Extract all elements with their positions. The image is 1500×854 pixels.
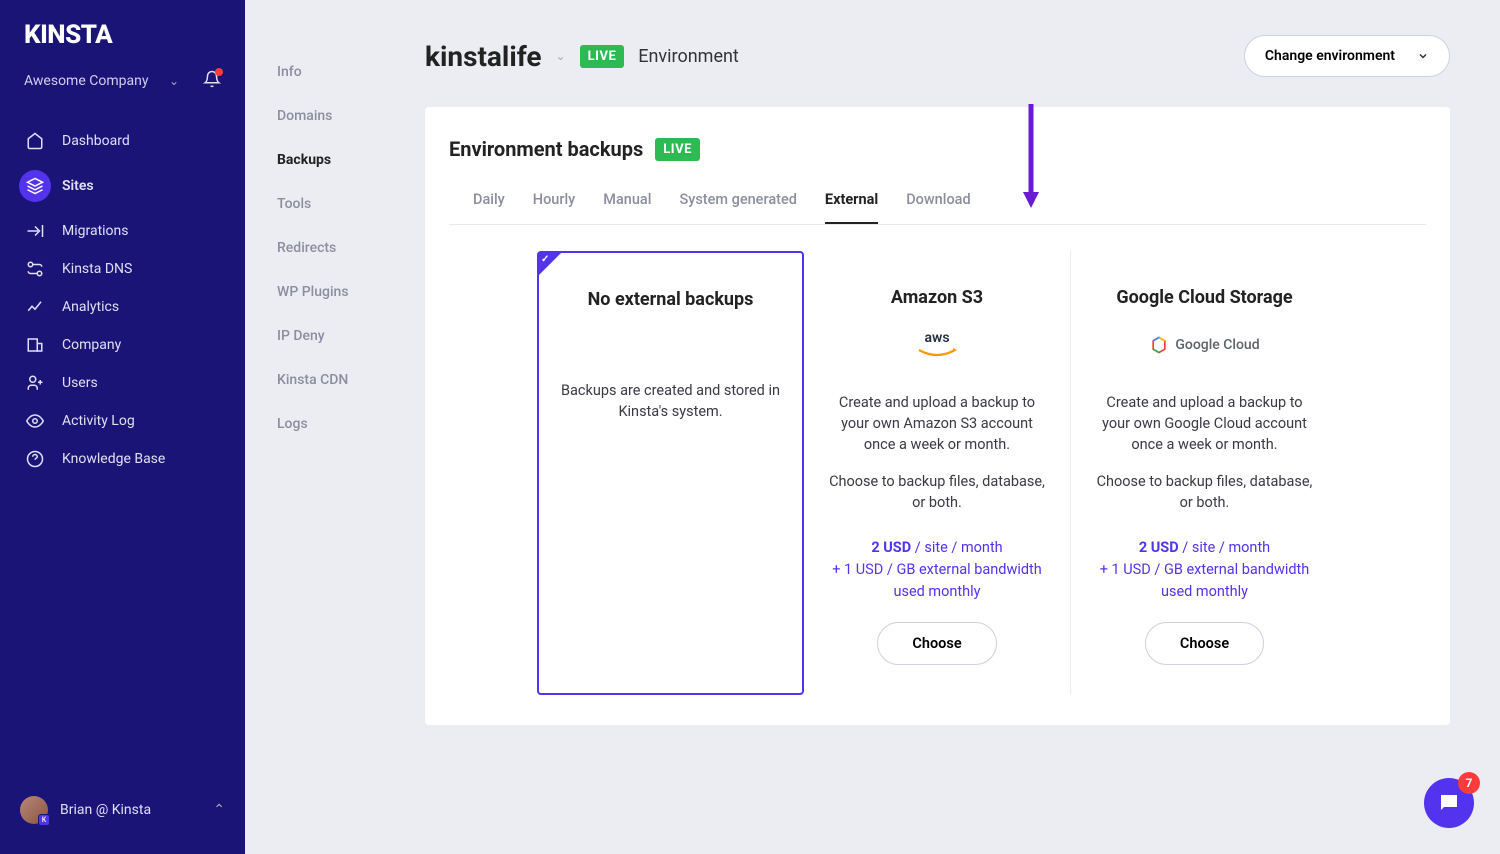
site-name: kinstalife <box>425 40 542 73</box>
main-sidebar: KINSTA Awesome Company ⌄ Dashboard Sites… <box>0 0 245 854</box>
sidebar-item-label: Migrations <box>62 223 129 239</box>
external-backup-cards: No external backups Backups are created … <box>449 251 1426 695</box>
eye-icon <box>26 412 44 430</box>
help-icon <box>26 450 44 468</box>
sidebar-item-label: Sites <box>62 178 94 194</box>
company-icon <box>26 336 44 354</box>
svg-text:aws: aws <box>924 330 949 346</box>
users-icon <box>26 374 44 392</box>
tab-system-generated[interactable]: System generated <box>679 191 796 224</box>
card-title: No external backups <box>588 289 754 310</box>
change-environment-button[interactable]: Change environment <box>1244 35 1450 77</box>
google-cloud-logo: Google Cloud <box>1149 328 1259 362</box>
chevron-up-icon: ⌃ <box>213 802 225 818</box>
analytics-icon <box>26 298 44 316</box>
chat-icon <box>1437 791 1461 815</box>
intercom-badge: 7 <box>1458 772 1480 794</box>
layers-icon <box>26 177 44 195</box>
sidebar-item-sites[interactable]: Sites <box>8 160 237 212</box>
card-google-cloud-storage[interactable]: Google Cloud Storage Google Cloud Create… <box>1071 251 1338 695</box>
sidebar-item-label: Analytics <box>62 299 119 315</box>
tab-download[interactable]: Download <box>906 191 970 224</box>
migration-icon <box>26 222 44 240</box>
sidebar-item-users[interactable]: Users <box>8 364 237 402</box>
subnav-wp-plugins[interactable]: WP Plugins <box>277 270 375 314</box>
sidebar-item-label: Company <box>62 337 121 353</box>
live-badge: LIVE <box>580 45 625 68</box>
sidebar-item-knowledge-base[interactable]: Knowledge Base <box>8 440 237 478</box>
card-pricing: 2 USD / site / month + 1 USD / GB extern… <box>1093 537 1316 602</box>
logo-text: KINSTA <box>24 20 112 50</box>
backup-tabs: Daily Hourly Manual System generated Ext… <box>449 191 1426 225</box>
aws-logo: aws <box>909 328 965 362</box>
tab-hourly[interactable]: Hourly <box>533 191 576 224</box>
choose-button[interactable]: Choose <box>1145 622 1264 665</box>
subnav-kinsta-cdn[interactable]: Kinsta CDN <box>277 358 375 402</box>
sidebar-item-company[interactable]: Company <box>8 326 237 364</box>
backups-panel: Environment backups LIVE Daily Hourly Ma… <box>425 107 1450 725</box>
live-badge: LIVE <box>655 138 700 161</box>
page-header: kinstalife ⌄ LIVE Environment Change env… <box>425 35 1450 77</box>
card-desc: Backups are created and stored in Kinsta… <box>561 380 780 422</box>
sidebar-item-label: Kinsta DNS <box>62 261 132 277</box>
choose-button[interactable]: Choose <box>877 622 996 665</box>
subnav-backups[interactable]: Backups <box>277 138 375 182</box>
card-amazon-s3[interactable]: Amazon S3 aws Create and upload a backup… <box>804 251 1071 695</box>
subnav-ip-deny[interactable]: IP Deny <box>277 314 375 358</box>
sidebar-item-dns[interactable]: Kinsta DNS <box>8 250 237 288</box>
subnav-domains[interactable]: Domains <box>277 94 375 138</box>
subnav-tools[interactable]: Tools <box>277 182 375 226</box>
env-label: Environment <box>638 46 739 67</box>
card-desc: Create and upload a backup to your own G… <box>1093 392 1316 455</box>
chevron-down-icon[interactable]: ⌄ <box>556 49 566 63</box>
dns-icon <box>26 260 44 278</box>
avatar: K <box>20 796 48 824</box>
panel-title: Environment backups <box>449 137 643 161</box>
card-desc: Choose to backup files, database, or bot… <box>1093 471 1316 513</box>
sidebar-item-dashboard[interactable]: Dashboard <box>8 122 237 160</box>
logo: KINSTA <box>0 20 245 70</box>
card-title: Amazon S3 <box>891 287 983 308</box>
subnav-info[interactable]: Info <box>277 50 375 94</box>
avatar-badge: K <box>38 814 50 826</box>
sidebar-item-label: Knowledge Base <box>62 451 165 467</box>
card-no-external-backups[interactable]: No external backups Backups are created … <box>537 251 804 695</box>
card-desc: Choose to backup files, database, or bot… <box>826 471 1048 513</box>
notification-dot <box>215 68 223 76</box>
tab-manual[interactable]: Manual <box>603 191 651 224</box>
check-icon <box>539 253 561 275</box>
card-pricing: 2 USD / site / month + 1 USD / GB extern… <box>826 537 1048 602</box>
sidebar-item-label: Dashboard <box>62 133 130 149</box>
sidebar-item-activity-log[interactable]: Activity Log <box>8 402 237 440</box>
main-content: kinstalife ⌄ LIVE Environment Change env… <box>375 0 1500 854</box>
chevron-down-icon <box>1417 50 1429 62</box>
notifications-bell[interactable] <box>203 70 221 92</box>
company-name: Awesome Company <box>24 73 148 89</box>
sidebar-item-migrations[interactable]: Migrations <box>8 212 237 250</box>
tab-external[interactable]: External <box>825 191 878 224</box>
company-selector[interactable]: Awesome Company ⌄ <box>0 70 245 112</box>
tab-daily[interactable]: Daily <box>473 191 505 224</box>
user-name: Brian @ Kinsta <box>60 802 151 818</box>
chevron-down-icon: ⌄ <box>169 74 179 88</box>
intercom-button[interactable]: 7 <box>1424 778 1474 828</box>
subnav-logs[interactable]: Logs <box>277 402 375 446</box>
subnav-redirects[interactable]: Redirects <box>277 226 375 270</box>
card-title: Google Cloud Storage <box>1116 287 1292 308</box>
sidebar-item-label: Activity Log <box>62 413 135 429</box>
user-menu[interactable]: K Brian @ Kinsta ⌃ <box>0 786 245 834</box>
card-desc: Create and upload a backup to your own A… <box>826 392 1048 455</box>
site-subnav: Info Domains Backups Tools Redirects WP … <box>245 0 375 854</box>
primary-nav: Dashboard Sites Migrations Kinsta DNS An… <box>0 112 245 488</box>
home-icon <box>26 132 44 150</box>
sidebar-item-label: Users <box>62 375 98 391</box>
sidebar-item-analytics[interactable]: Analytics <box>8 288 237 326</box>
